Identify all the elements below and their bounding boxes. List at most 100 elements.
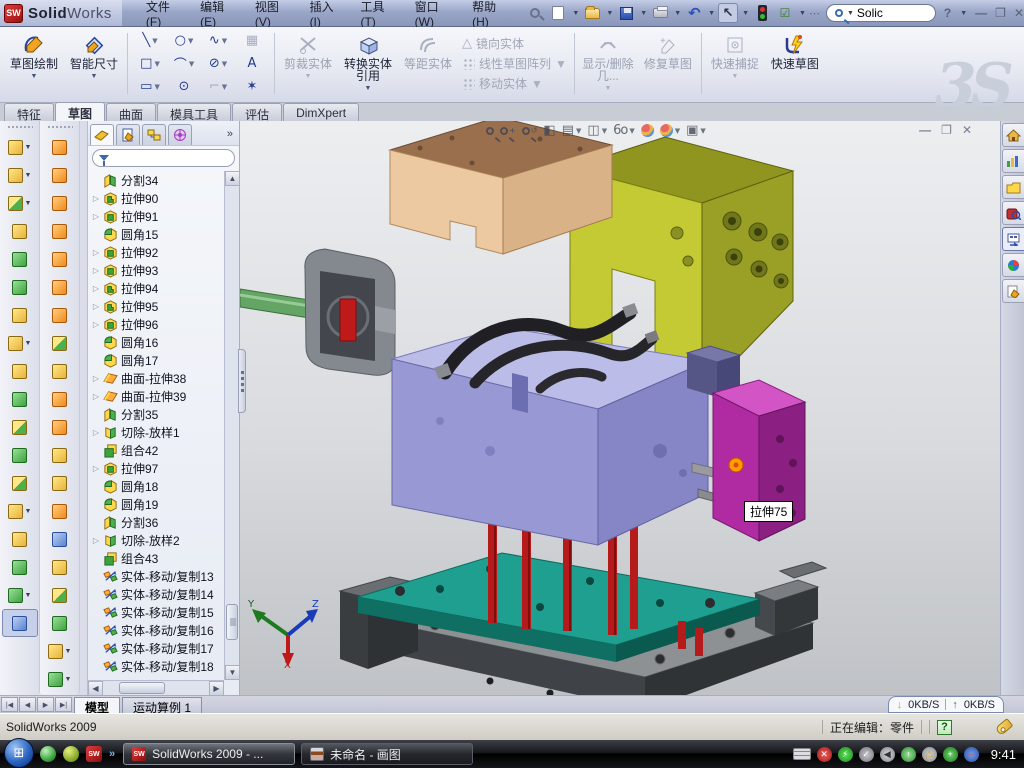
features-toolbar-icon-17[interactable]: ▼ [2,581,38,609]
mold-toolbar-icon-12[interactable] [42,441,78,469]
tree-item[interactable]: 圆角17 [92,351,224,369]
toolbar-drag-handle[interactable] [7,125,33,130]
pin-icon[interactable] [525,3,545,23]
features-toolbar-icon-7[interactable] [2,301,38,329]
options-checklist-icon[interactable]: ☑ [775,3,795,23]
hide-show-items-icon[interactable]: 6o▼ [613,123,635,138]
search-dropdown[interactable]: ▼ [847,10,854,17]
property-manager-tab[interactable] [116,124,140,145]
tree-item[interactable]: 实体-移动/复制14 [92,585,224,603]
mold-toolbar-icon-15[interactable] [42,525,78,553]
print-dropdown[interactable]: ▼ [674,10,681,17]
scroll-up-icon[interactable]: ▲ [225,171,240,186]
close-icon[interactable]: ✕ [1014,6,1024,20]
tree-item[interactable]: 实体-移动/复制18 [92,657,224,675]
mold-toolbar-icon-14[interactable] [42,497,78,525]
ellipse-tool-icon[interactable]: ⊘▼ [201,52,235,75]
mold-toolbar-icon-11[interactable] [42,413,78,441]
taskbar-window-button[interactable]: SWSolidWorks 2009 - ... [123,743,295,765]
tree-item[interactable]: 分割35 [92,405,224,423]
sketch-dropdown[interactable]: ▼ [31,71,38,83]
file-explorer-tab[interactable] [1002,201,1024,225]
rebuild-traffic-light-icon[interactable] [752,3,772,23]
tree-item[interactable]: 实体-移动/复制17 [92,639,224,657]
tree-item[interactable]: ▷曲面-拉伸38 [92,369,224,387]
slot-tool-icon[interactable]: ▭▼ [133,75,167,98]
smart-dimension-dropdown[interactable]: ▼ [91,71,98,83]
panel-splitter-handle[interactable] [238,349,246,413]
features-toolbar-icon-9[interactable] [2,357,38,385]
update-check-icon[interactable]: ✓ [859,747,874,762]
volume-icon[interactable]: ◀ [880,747,895,762]
solidworks-resources-tab[interactable] [1002,149,1024,173]
undo-dropdown[interactable]: ▼ [708,10,715,17]
configuration-manager-tab[interactable] [142,124,166,145]
sketch-fillet-tool-icon[interactable]: ⌐▼ [201,75,235,98]
mold-toolbar-icon-7[interactable] [42,301,78,329]
tree-vertical-scrollbar[interactable]: ▲ ▼ [224,171,239,680]
tree-item[interactable]: 圆角15 [92,225,224,243]
security-shield-icon[interactable]: ⚡ [838,747,853,762]
features-toolbar-icon-1[interactable]: ▼ [2,133,38,161]
mold-toolbar-icon-4[interactable] [42,217,78,245]
features-toolbar-icon-11[interactable] [2,413,38,441]
features-toolbar-icon-5[interactable] [2,245,38,273]
taskbar-window-button[interactable]: 未命名 - 画图 [301,743,473,765]
mold-toolbar-icon-20[interactable]: ▼ [42,665,78,693]
antivirus-shield-icon[interactable]: ✕ [817,747,832,762]
features-toolbar-icon-16[interactable] [2,553,38,581]
features-toolbar-icon-12[interactable] [2,441,38,469]
home-tab[interactable] [1002,123,1024,147]
bottom-tab-2[interactable]: 运动算例 1 [122,697,202,713]
horizontal-scroll-thumb[interactable] [119,682,165,694]
convert-entities-dropdown[interactable]: ▼ [365,83,372,95]
tree-item[interactable]: 圆角19 [92,495,224,513]
help-dropdown[interactable]: ▼ [960,10,967,17]
bottom-tab-1[interactable]: 模型 [74,697,120,713]
search-input[interactable] [857,6,927,20]
keyboard-layout-icon[interactable] [793,748,811,760]
tab-模具工具[interactable]: 模具工具 [157,103,231,121]
display-style-icon[interactable]: ◫▼ [587,123,607,138]
tool-dropdown-icon[interactable]: ▼ [65,648,72,655]
mold-toolbar-icon-6[interactable] [42,273,78,301]
tree-item[interactable]: 组合43 [92,549,224,567]
tree-item[interactable]: ▷拉伸93 [92,261,224,279]
features-toolbar-icon-6[interactable] [2,273,38,301]
mold-toolbar-icon-18[interactable] [42,609,78,637]
apply-scene-icon[interactable]: ▼ [660,124,680,137]
expand-arrow-icon[interactable]: ▷ [92,392,100,401]
restore-icon[interactable]: ❐ [995,6,1006,20]
mold-toolbar-icon-5[interactable] [42,245,78,273]
select-arrow-icon[interactable]: ↖ [718,3,738,23]
arc-tool-icon[interactable]: ⌒▼ [167,52,201,75]
select-region-tool-icon[interactable]: ▦ [235,29,269,52]
view-settings-icon[interactable]: ▣▼ [686,123,706,138]
expand-arrow-icon[interactable]: ▷ [92,320,100,329]
polygon-tool-icon[interactable]: ⊙ [167,75,201,98]
mold-toolbar-icon-17[interactable] [42,581,78,609]
tab-特征[interactable]: 特征 [4,103,54,121]
last-tab-icon[interactable]: ▶| [55,697,72,712]
undo-icon[interactable]: ↷ [684,3,704,23]
previous-view-icon[interactable]: ↺ [522,126,538,135]
zoom-area-icon[interactable]: + [500,126,516,135]
overflow-icon[interactable]: ⋯ [809,7,820,20]
minimize-icon[interactable]: — [975,6,987,20]
tree-item[interactable]: 实体-移动/复制16 [92,621,224,639]
toolbar-drag-handle[interactable] [47,125,73,130]
mold-toolbar-icon-19[interactable]: ▼ [42,637,78,665]
tree-item[interactable]: ▷切除-放样2 [92,531,224,549]
tree-item[interactable]: ▷拉伸95 [92,297,224,315]
core-block-part[interactable] [392,327,720,545]
sync-up-icon[interactable]: ↑ [901,747,916,762]
next-tab-icon[interactable]: ▶ [37,697,54,712]
start-button[interactable]: ⊞ [4,738,34,768]
line-tool-icon[interactable]: ╲▼ [133,29,167,52]
save-icon[interactable] [616,3,636,23]
tool-dropdown-icon[interactable]: ▼ [25,200,32,207]
features-toolbar-icon-3[interactable]: ▼ [2,189,38,217]
tree-item[interactable]: 分割36 [92,513,224,531]
features-toolbar-icon-13[interactable] [2,469,38,497]
network-warning-icon[interactable]: ⚠ [922,747,937,762]
